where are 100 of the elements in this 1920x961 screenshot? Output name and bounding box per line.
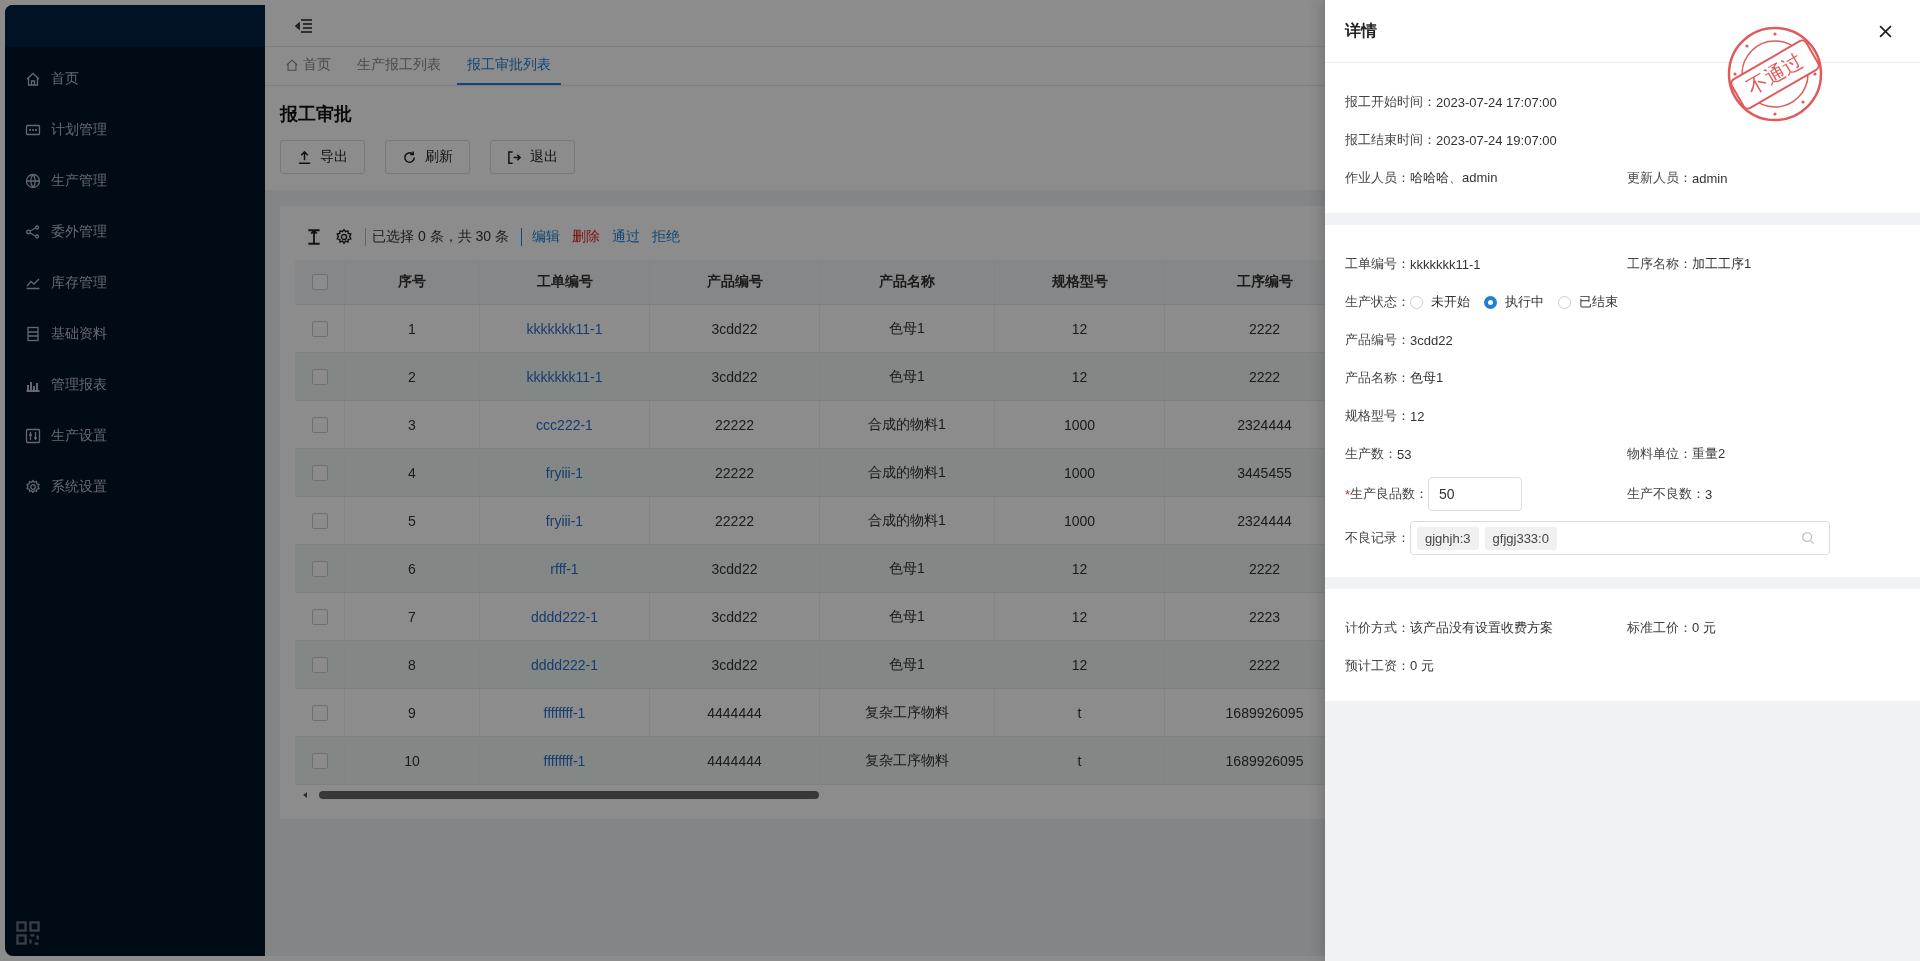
scroll-left-icon[interactable] [301, 791, 309, 799]
order-link[interactable]: dddd222-1 [531, 656, 598, 673]
column-header: 产品编号 [650, 260, 820, 304]
input-field[interactable]: 50 [1428, 477, 1523, 511]
row-checkbox[interactable] [311, 560, 328, 577]
row-checkbox[interactable] [311, 320, 328, 337]
field-value: kkkkkkk11-1 [1410, 256, 1481, 272]
sidebar-item[interactable]: 委外管理 [5, 206, 265, 257]
action-link[interactable]: 删除 [571, 228, 600, 246]
select-field[interactable]: gjghjh:3 gfjgj333:0 [1410, 521, 1830, 555]
order-link[interactable]: dddd222-1 [531, 608, 598, 625]
menu-icon [25, 478, 41, 495]
column-header: 工单编号 [480, 260, 650, 304]
toolbar-button[interactable]: 导出 [280, 140, 365, 174]
radio-button[interactable] [1484, 295, 1497, 309]
table-cell: 4 [408, 464, 416, 481]
action-link[interactable]: 通过 [611, 228, 640, 246]
order-link[interactable]: fryiii-1 [545, 512, 584, 529]
table-cell: 12 [1071, 560, 1088, 577]
table-cell: 5 [408, 512, 416, 529]
table-cell: 2222 [1248, 368, 1281, 385]
row-checkbox[interactable] [311, 368, 328, 385]
toolbar-button[interactable]: 退出 [490, 140, 575, 174]
toolbar-button[interactable]: 刷新 [385, 140, 470, 174]
radio-button[interactable] [1558, 295, 1571, 309]
settings-icon[interactable] [335, 228, 353, 246]
field-value: 53 [1397, 446, 1412, 462]
field-label: 不良记录： [1345, 529, 1410, 547]
order-link[interactable]: ccc222-1 [536, 416, 593, 433]
table-cell: 2324444 [1237, 416, 1292, 433]
table-cell: 复杂工序物料 [865, 751, 949, 770]
search-icon[interactable] [1801, 531, 1815, 545]
order-link[interactable]: kkkkkkk11-1 [526, 368, 603, 385]
field-value: 12 [1410, 408, 1425, 424]
column-header: 规格型号 [995, 260, 1165, 304]
field-value: 2023-07-24 19:07:00 [1436, 132, 1557, 148]
action-link[interactable]: 编辑 [531, 228, 560, 246]
table-cell: 3cdd22 [711, 656, 758, 673]
row-checkbox[interactable] [311, 416, 328, 433]
row-checkbox[interactable] [311, 704, 328, 721]
action-link[interactable]: 拒绝 [651, 228, 680, 246]
table-cell: 3cdd22 [711, 608, 758, 625]
sidebar-item[interactable]: 库存管理 [5, 257, 265, 308]
row-checkbox[interactable] [311, 512, 328, 529]
field-label: 标准工价： [1627, 619, 1692, 637]
sidebar-item[interactable]: 系统设置 [5, 461, 265, 512]
field-label: 生产不良数： [1627, 485, 1705, 503]
radio-label[interactable]: 已结束 [1579, 293, 1618, 311]
sidebar-item[interactable]: 管理报表 [5, 359, 265, 410]
row-height-icon[interactable] [305, 228, 323, 246]
sidebar-item[interactable]: 生产设置 [5, 410, 265, 461]
radio-label[interactable]: 未开始 [1431, 293, 1470, 311]
sidebar-item[interactable]: 首页 [5, 53, 265, 104]
table-cell: 2222 [1248, 320, 1281, 337]
order-link[interactable]: rfff-1 [550, 560, 579, 577]
radio-button[interactable] [1410, 295, 1423, 309]
column-header: 序号 [345, 260, 480, 304]
row-checkbox[interactable] [311, 656, 328, 673]
order-link[interactable]: kkkkkkk11-1 [526, 320, 603, 337]
table-cell: 2324444 [1237, 512, 1292, 529]
sidebar-item[interactable]: 计划管理 [5, 104, 265, 155]
radio-label[interactable]: 执行中 [1505, 293, 1544, 311]
sidebar-item[interactable]: 基础资料 [5, 308, 265, 359]
order-link[interactable]: ffffffff-1 [543, 704, 586, 721]
page-title: 报工审批 [280, 103, 352, 126]
table-cell: 1000 [1063, 464, 1096, 481]
upload-icon [297, 149, 312, 165]
page-tab[interactable]: 首页 [275, 47, 341, 85]
table-cell: 22222 [715, 416, 754, 433]
row-checkbox[interactable] [311, 608, 328, 625]
field-value: 0 元 [1692, 619, 1716, 637]
field-label: 工序名称： [1627, 255, 1692, 273]
field-value: 3cdd22 [1410, 332, 1453, 348]
select-all-checkbox[interactable] [311, 274, 328, 290]
table-cell: 8 [408, 656, 416, 673]
scrollbar-thumb[interactable] [319, 791, 819, 799]
table-cell: 3445455 [1237, 464, 1292, 481]
field-label: 规格型号： [1345, 407, 1410, 425]
required-mark: * [1345, 486, 1351, 502]
sidebar-item[interactable]: 生产管理 [5, 155, 265, 206]
table-cell: 2222 [1248, 560, 1281, 577]
field-value: 加工工序1 [1692, 255, 1752, 273]
table-cell: 3cdd22 [711, 368, 758, 385]
field-label: 报工结束时间： [1345, 131, 1436, 149]
row-checkbox[interactable] [311, 464, 328, 481]
table-cell: 合成的物料1 [868, 463, 946, 482]
close-icon[interactable] [1879, 24, 1892, 38]
table-cell: 合成的物料1 [868, 415, 946, 434]
table-cell: 1000 [1063, 416, 1096, 433]
field-value: 2023-07-24 17:07:00 [1436, 94, 1557, 110]
row-checkbox[interactable] [311, 752, 328, 769]
order-link[interactable]: fryiii-1 [545, 464, 584, 481]
field-label: 更新人员： [1627, 169, 1692, 187]
page-tab[interactable]: 生产报工列表 [347, 47, 451, 85]
qr-code-icon[interactable] [15, 920, 41, 946]
menu-fold-icon[interactable] [295, 17, 313, 34]
order-link[interactable]: ffffffff-1 [543, 752, 586, 769]
field-label: 产品编号： [1345, 331, 1410, 349]
field-label: 生产数： [1345, 445, 1397, 463]
table-cell: 色母1 [889, 367, 925, 386]
